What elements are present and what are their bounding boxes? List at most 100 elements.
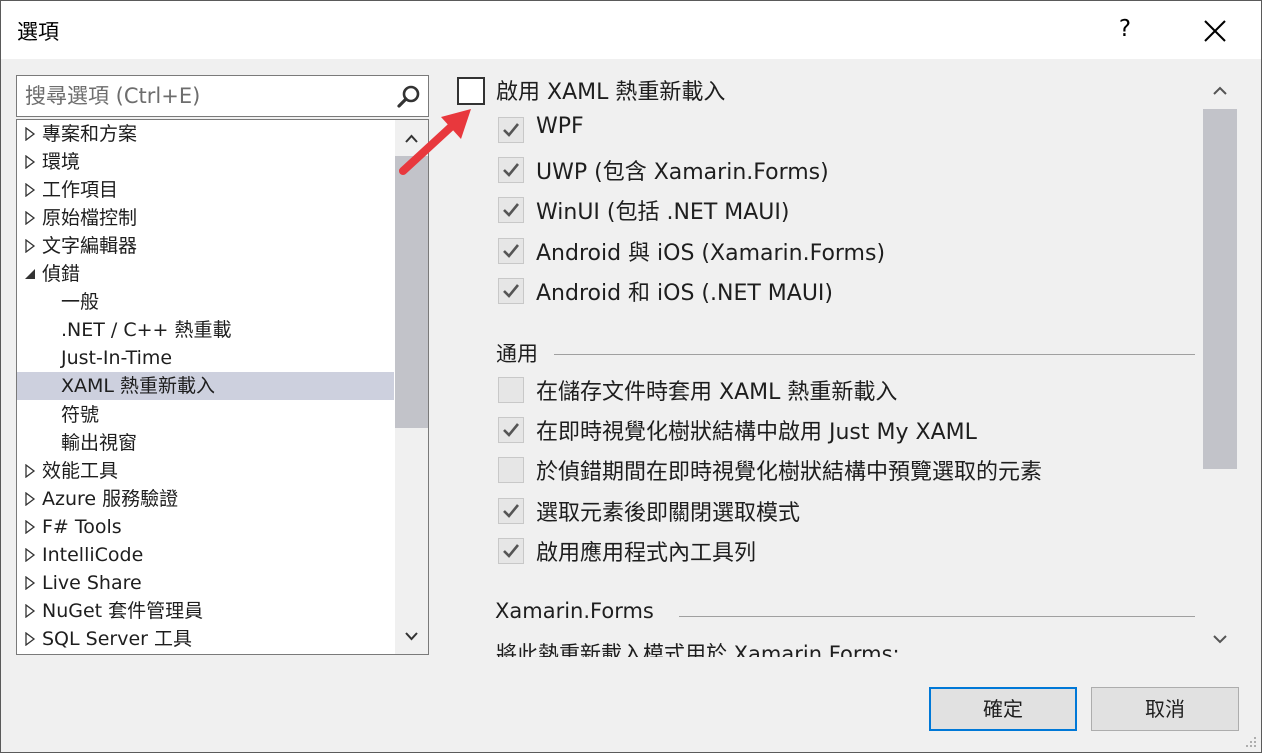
close-icon xyxy=(1204,20,1226,42)
title-bar: 選項 ? xyxy=(1,1,1261,59)
tree-item-label: Azure 服務驗證 xyxy=(42,487,179,510)
xamarin-divider xyxy=(679,616,1195,617)
tree-item-label: NuGet 套件管理員 xyxy=(42,599,204,622)
general-option-checkbox[interactable] xyxy=(498,457,524,484)
tree-item-label: 符號 xyxy=(61,403,100,426)
enable-hot-reload-label: 啟用 XAML 熱重新載入 xyxy=(496,80,726,105)
tree-item[interactable]: 輸出視窗 xyxy=(17,429,394,457)
platform-option-checkbox[interactable] xyxy=(498,197,524,224)
tree-item[interactable]: 偵錯 xyxy=(17,260,394,288)
general-option-checkbox[interactable] xyxy=(498,377,524,403)
platform-option-checkbox[interactable] xyxy=(498,117,524,143)
platform-option-checkbox[interactable] xyxy=(498,237,524,264)
tree-scrollbar[interactable] xyxy=(395,120,428,654)
tree-item-label: 專案和方案 xyxy=(42,123,138,145)
tree-item-label: 文字編輯器 xyxy=(42,235,138,258)
tree-item-label: XAML 熱重新載入 xyxy=(61,375,216,398)
search-box[interactable] xyxy=(16,75,429,117)
general-option-label: 在即時視覺化樹狀結構中啟用 Just My XAML xyxy=(536,420,977,446)
xamarin-section-title: Xamarin.Forms xyxy=(495,599,654,623)
general-option-checkbox[interactable] xyxy=(498,417,524,444)
expand-arrow-icon[interactable] xyxy=(23,491,37,506)
options-scroll-thumb[interactable] xyxy=(1203,109,1237,469)
general-option-label: 在儲存文件時套用 XAML 熱重新載入 xyxy=(536,380,898,405)
tree-item-label: IntelliCode xyxy=(42,543,144,566)
tree-item-label: 環境 xyxy=(42,151,81,174)
expand-arrow-icon[interactable] xyxy=(23,155,37,170)
tree-item[interactable]: IntelliCode xyxy=(17,541,394,569)
ok-button[interactable]: 確定 xyxy=(929,687,1077,731)
close-button[interactable] xyxy=(1197,13,1233,49)
collapse-arrow-icon[interactable] xyxy=(23,267,37,281)
tree-item[interactable]: 效能工具 xyxy=(17,457,394,485)
scroll-up-icon[interactable] xyxy=(1203,77,1237,105)
options-panel: 啟用 XAML 熱重新載入 通用 Xamarin.Forms 將此熱重新載入模式… xyxy=(441,63,1243,657)
tree-item[interactable]: 文字編輯器 xyxy=(17,232,394,260)
expand-arrow-icon[interactable] xyxy=(23,183,37,198)
expand-arrow-icon[interactable] xyxy=(23,575,37,590)
scroll-down-icon[interactable] xyxy=(1203,625,1237,653)
search-input[interactable] xyxy=(25,80,395,112)
tree-item-label: 原始檔控制 xyxy=(42,207,138,230)
tree-item[interactable]: 符號 xyxy=(17,401,394,429)
tree-item[interactable]: Live Share xyxy=(17,569,394,597)
general-option-checkbox[interactable] xyxy=(498,497,524,524)
general-option-label: 於偵錯期間在即時視覺化樹狀結構中預覽選取的元素 xyxy=(536,460,1043,486)
help-button[interactable]: ? xyxy=(1109,13,1141,45)
tree-item[interactable]: 工作項目 xyxy=(17,176,394,204)
cancel-button[interactable]: 取消 xyxy=(1091,687,1239,731)
platform-option-checkbox[interactable] xyxy=(498,277,524,304)
scroll-down-icon[interactable] xyxy=(395,622,428,650)
tree-item[interactable]: NuGet 套件管理員 xyxy=(17,597,394,625)
expand-arrow-icon[interactable] xyxy=(23,631,37,646)
red-arrow-icon xyxy=(399,109,471,175)
general-option-checkbox[interactable] xyxy=(498,537,524,564)
expand-arrow-icon[interactable] xyxy=(23,127,37,141)
checkmark-icon xyxy=(503,543,520,558)
checkmark-icon xyxy=(503,203,520,218)
expand-arrow-icon[interactable] xyxy=(23,519,37,534)
options-scrollbar[interactable] xyxy=(1203,77,1237,657)
tree-item[interactable]: Azure 服務驗證 xyxy=(17,485,394,513)
expand-arrow-icon[interactable] xyxy=(23,547,37,562)
checkmark-icon xyxy=(503,123,520,137)
tree-item[interactable]: 環境 xyxy=(17,148,394,176)
general-section-title: 通用 xyxy=(496,342,538,366)
tree-item-label: 工作項目 xyxy=(42,179,119,202)
checkmark-icon xyxy=(503,423,520,438)
checkmark-icon xyxy=(503,163,520,178)
tree-item[interactable]: .NET / C++ 熱重載 xyxy=(17,316,394,344)
tree-item-label: SQL Server 工具 xyxy=(42,627,192,650)
tree-item[interactable]: SQL Server 工具 xyxy=(17,625,394,653)
resize-grip-icon[interactable] xyxy=(1243,734,1257,748)
tree-item[interactable]: XAML 熱重新載入 xyxy=(17,372,394,401)
tree-item-label: Just-In-Time xyxy=(61,347,173,370)
expand-arrow-icon[interactable] xyxy=(23,463,37,478)
platform-option-label: WPF xyxy=(536,114,584,139)
general-divider xyxy=(554,354,1195,355)
options-dialog: 選項 ? 專案和方案環境工作項目原始檔控制文字編輯器偵錯一般 .NET / C++… xyxy=(0,0,1262,753)
general-option-label: 選取元素後即關閉選取模式 xyxy=(536,500,801,526)
tree-item[interactable]: 專案和方案 xyxy=(17,120,394,148)
options-tree: 專案和方案環境工作項目原始檔控制文字編輯器偵錯一般 .NET / C++ 熱重載 J… xyxy=(16,119,429,655)
platform-option-label: Android 與 iOS (Xamarin.Forms) xyxy=(536,240,886,266)
tree-item-label: 一般 xyxy=(61,291,100,314)
tree-item[interactable]: F# Tools xyxy=(17,513,394,541)
platform-option-label: Android 和 iOS (.NET MAUI) xyxy=(536,280,834,306)
tree-item[interactable]: 一般 xyxy=(17,288,394,316)
tree-item-label: 偵錯 xyxy=(42,263,81,286)
platform-option-label: WinUI (包括 .NET MAUI) xyxy=(536,200,790,226)
tree-item-label: F# Tools xyxy=(42,515,122,538)
expand-arrow-icon[interactable] xyxy=(23,603,37,618)
tree-scroll-thumb[interactable] xyxy=(395,156,428,428)
tree-item-label: 效能工具 xyxy=(42,459,119,482)
platform-option-checkbox[interactable] xyxy=(498,157,524,184)
tree-item[interactable]: Just-In-Time xyxy=(17,344,394,372)
checkmark-icon xyxy=(503,283,520,298)
expand-arrow-icon[interactable] xyxy=(23,211,37,226)
xamarin-description: 將此熱重新載入模式用於 Xamarin.Forms: xyxy=(496,642,900,657)
expand-arrow-icon[interactable] xyxy=(23,239,37,254)
tree-item[interactable]: 原始檔控制 xyxy=(17,204,394,232)
window-title: 選項 xyxy=(17,20,59,44)
general-option-label: 啟用應用程式內工具列 xyxy=(536,540,757,566)
